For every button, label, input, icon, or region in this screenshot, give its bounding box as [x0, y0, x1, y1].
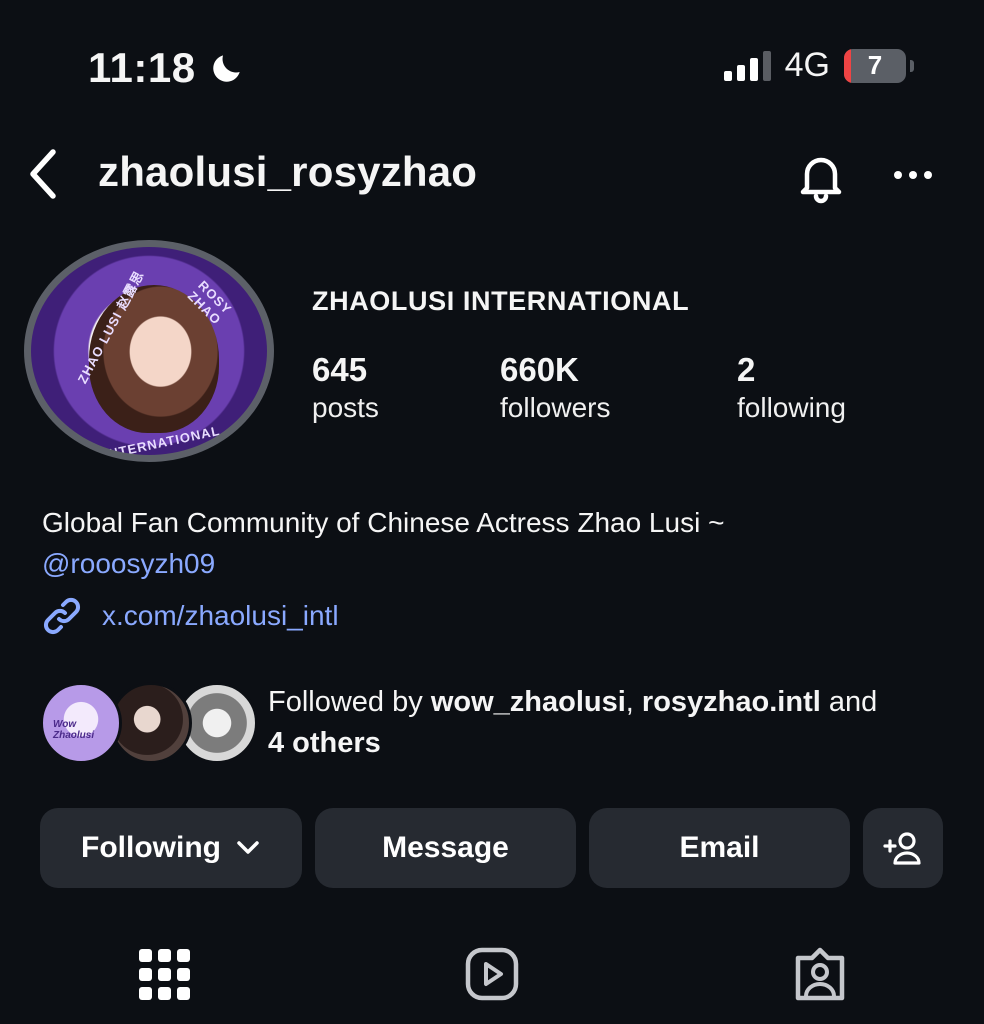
link-icon — [43, 597, 81, 635]
stat-posts[interactable]: 645 posts — [312, 352, 379, 428]
profile-page: 11:18 4G 7 zhaolusi_rosyzhao ZHAO LUSI 赵… — [0, 0, 984, 1024]
notifications-button[interactable] — [792, 148, 850, 206]
bio-text: Global Fan Community of Chinese Actress … — [42, 507, 725, 538]
stat-following[interactable]: 2 following — [737, 352, 846, 428]
stat-followers[interactable]: 660K followers — [500, 352, 610, 428]
stat-value: 2 — [737, 351, 756, 388]
followed-by-others: 4 others — [268, 727, 381, 759]
add-user-button[interactable] — [863, 808, 943, 888]
header-username: zhaolusi_rosyzhao — [98, 148, 478, 195]
avatar: ZHAO LUSI 赵露思 ROSY ZHAO INTERNATIONAL — [24, 240, 274, 462]
followed-by-prefix: Followed by — [268, 686, 423, 718]
following-button-label: Following — [81, 831, 221, 864]
moon-icon — [212, 55, 240, 82]
message-button[interactable]: Message — [315, 808, 576, 888]
chevron-down-icon — [237, 841, 259, 854]
display-name: ZHAOLUSI INTERNATIONAL — [312, 286, 690, 316]
email-button[interactable]: Email — [589, 808, 850, 888]
status-indicators: 4G 7 — [723, 46, 914, 85]
more-dots-icon — [894, 171, 902, 179]
battery-icon: 7 — [844, 48, 906, 83]
email-button-label: Email — [679, 831, 760, 864]
followed-by-separator: , — [625, 686, 634, 718]
followed-by-user: rosyzhao.intl — [641, 686, 821, 718]
stat-label: following — [737, 392, 846, 423]
battery-cap — [910, 59, 914, 72]
bio-mention-link[interactable]: @rooosyzh09 — [42, 543, 922, 584]
status-time-text: 11:18 — [88, 44, 196, 91]
mutual-followers-avatars[interactable]: Wow Zhaolusi — [40, 682, 258, 764]
followed-by-text[interactable]: Followed by wow_zhaolusi, rosyzhao.intl … — [268, 682, 948, 764]
message-button-label: Message — [382, 831, 509, 864]
add-user-icon — [883, 832, 921, 865]
battery-fill — [844, 48, 851, 83]
grid-icon — [138, 948, 190, 1000]
following-button[interactable]: Following — [40, 808, 302, 888]
bio: Global Fan Community of Chinese Actress … — [42, 502, 922, 584]
mutual-avatar-text: Wow Zhaolusi — [53, 719, 95, 741]
battery-level: 7 — [867, 50, 883, 80]
tab-tagged[interactable] — [790, 944, 850, 1004]
profile-avatar-ring[interactable]: ZHAO LUSI 赵露思 ROSY ZHAO INTERNATIONAL — [24, 240, 274, 462]
mutual-avatar: Wow Zhaolusi — [40, 682, 122, 764]
chevron-left-icon — [30, 149, 56, 199]
stat-label: posts — [312, 392, 379, 423]
followed-by-user: wow_zhaolusi — [430, 686, 626, 718]
stat-value: 660K — [500, 351, 579, 388]
mutual-avatar — [110, 682, 192, 764]
followed-by-conjunction: and — [828, 686, 878, 718]
stat-value: 645 — [312, 351, 368, 388]
more-options-button[interactable] — [884, 150, 942, 200]
signal-icon — [723, 50, 771, 81]
tagged-icon — [795, 947, 845, 1001]
bell-icon — [800, 157, 842, 204]
external-link[interactable]: x.com/zhaolusi_intl — [40, 594, 339, 638]
link-text: x.com/zhaolusi_intl — [102, 600, 339, 631]
network-label: 4G — [784, 46, 830, 84]
tab-reels[interactable] — [462, 944, 522, 1004]
back-button[interactable] — [18, 146, 68, 202]
reels-icon — [465, 947, 519, 1001]
status-time: 11:18 — [88, 44, 246, 92]
tab-posts-grid[interactable] — [134, 944, 194, 1004]
stat-label: followers — [500, 392, 611, 423]
